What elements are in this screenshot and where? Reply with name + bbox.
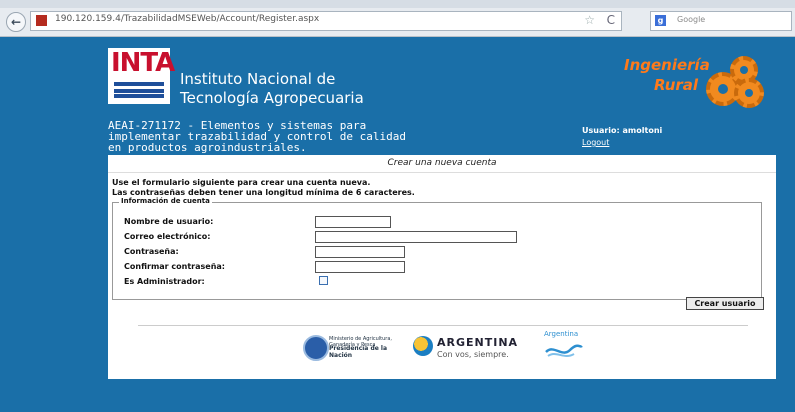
presidency-name: Presidencia de la Nación <box>329 345 387 359</box>
ingenieria-rural-logo: Ingeniería Rural <box>614 54 764 114</box>
brand-line-1: Ingeniería <box>624 56 710 74</box>
logout-link[interactable]: Logout <box>582 138 609 147</box>
argentina-brand-mark: Argentina <box>538 330 588 362</box>
star-icon[interactable]: ☆ <box>584 13 595 27</box>
institute-name: Instituto Nacional de Tecnología Agropec… <box>180 70 364 108</box>
inta-logo-text: INTA <box>111 48 175 78</box>
sun-icon <box>413 336 433 356</box>
email-field[interactable] <box>315 231 517 243</box>
argentina-title: ARGENTINA <box>437 336 519 349</box>
institute-line-2: Tecnología Agropecuaria <box>180 89 364 107</box>
admin-checkbox[interactable] <box>319 276 328 285</box>
search-placeholder: Google <box>677 15 706 24</box>
argentina-slogan: Con vos, siempre. <box>437 350 509 359</box>
inta-logo: INTA <box>108 48 175 104</box>
project-description: AEAI-271172 - Elementos y sistemas para … <box>108 120 408 153</box>
create-user-button[interactable]: Crear usuario <box>686 297 764 310</box>
page-title: Crear una nueva cuenta <box>387 158 497 168</box>
form-instructions: Use el formulario siguiente para crear u… <box>112 178 415 198</box>
gear-icon <box>734 78 764 108</box>
argentina-brand-text: Argentina <box>544 330 579 338</box>
wave-icon <box>545 344 583 357</box>
ministry-logo: Ministerio de Agricultura, Ganadería y P… <box>303 333 405 361</box>
project-line-3: en productos agroindustriales. <box>108 141 307 154</box>
confirm-password-label: Confirmar contraseña: <box>124 262 225 271</box>
password-label: Contraseña: <box>124 247 179 256</box>
divider <box>108 172 776 173</box>
google-icon[interactable]: g <box>655 15 666 26</box>
user-label: Usuario: amoltoni <box>582 126 663 135</box>
account-info-fieldset: Información de cuenta Nombre de usuario:… <box>112 197 762 300</box>
search-input[interactable]: g Google <box>650 11 792 31</box>
reload-icon[interactable]: C <box>607 13 615 27</box>
url-text: 190.120.159.4/TrazabilidadMSEWeb/Account… <box>55 14 320 24</box>
username-label: Nombre de usuario: <box>124 217 214 226</box>
register-panel: Crear una nueva cuenta Use el formulario… <box>108 155 776 379</box>
email-label: Correo electrónico: <box>124 232 211 241</box>
back-icon[interactable]: ← <box>6 12 26 32</box>
instruction-line-1: Use el formulario siguiente para crear u… <box>112 178 371 187</box>
national-seal-icon <box>303 335 329 361</box>
favicon-icon <box>36 15 47 26</box>
inta-logo-bars <box>114 82 164 98</box>
tab-strip <box>0 0 795 8</box>
argentina-logo: ARGENTINA Con vos, siempre. <box>413 332 523 362</box>
admin-label: Es Administrador: <box>124 277 205 286</box>
password-field[interactable] <box>315 246 405 258</box>
username-field[interactable] <box>315 216 391 228</box>
confirm-password-field[interactable] <box>315 261 405 273</box>
fieldset-legend: Información de cuenta <box>119 197 212 205</box>
footer-divider <box>138 325 748 326</box>
address-bar[interactable]: 190.120.159.4/TrazabilidadMSEWeb/Account… <box>30 11 622 31</box>
institute-line-1: Instituto Nacional de <box>180 70 336 88</box>
browser-toolbar: ← 190.120.159.4/TrazabilidadMSEWeb/Accou… <box>0 0 795 37</box>
brand-line-2: Rural <box>654 76 699 94</box>
